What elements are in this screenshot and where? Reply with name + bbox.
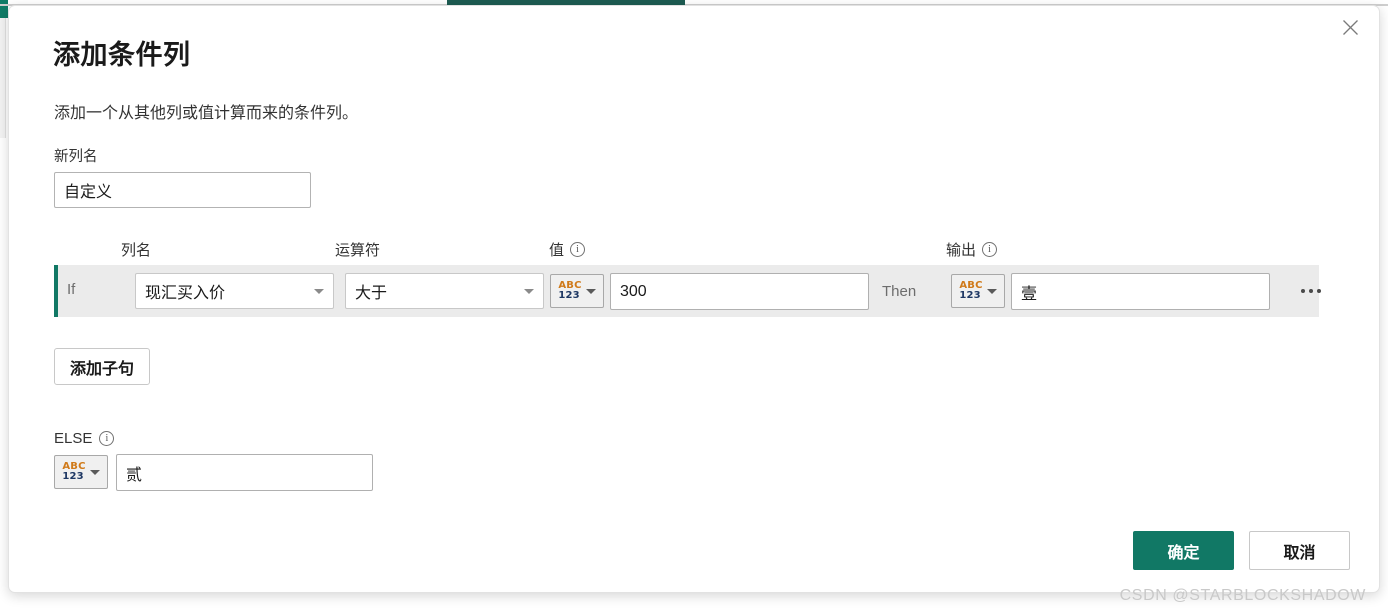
dialog-description: 添加一个从其他列或值计算而来的条件列。 — [54, 105, 359, 122]
header-value: 值 i — [549, 239, 586, 260]
add-conditional-column-dialog: 添加条件列 添加一个从其他列或值计算而来的条件列。 新列名 列名 运算符 值 i… — [8, 5, 1380, 593]
header-operator: 运算符 — [335, 239, 380, 260]
chevron-down-icon — [524, 288, 534, 294]
chevron-down-icon — [986, 288, 997, 294]
ellipsis-dot — [1317, 289, 1321, 293]
condition-row: If 现汇买入价 大于 ABC 123 Then ABC 123 — [54, 265, 1321, 317]
ellipsis-dot — [1309, 289, 1313, 293]
else-type-selector[interactable]: ABC 123 — [54, 455, 108, 489]
column-name-dropdown[interactable]: 现汇买入价 — [135, 273, 334, 309]
else-value-input[interactable] — [116, 454, 373, 491]
header-column-name-label: 列名 — [121, 242, 152, 259]
close-icon[interactable] — [1329, 10, 1371, 44]
chevron-down-icon — [585, 288, 596, 294]
output-input[interactable] — [1011, 273, 1270, 310]
abc123-icon: ABC 123 — [558, 280, 582, 301]
chevron-down-icon — [89, 469, 100, 475]
abc123-icon: ABC 123 — [959, 280, 983, 301]
ok-button[interactable]: 确定 — [1133, 531, 1234, 570]
ellipsis-dot — [1301, 289, 1305, 293]
operator-dropdown-value: 大于 — [355, 285, 388, 302]
abc123-icon: ABC 123 — [62, 461, 86, 482]
more-options-icon[interactable] — [1292, 279, 1330, 303]
header-value-label: 值 — [549, 242, 565, 259]
value-input[interactable] — [610, 273, 869, 310]
new-column-name-input[interactable] — [54, 172, 311, 208]
operator-dropdown[interactable]: 大于 — [345, 273, 544, 309]
then-label: Then — [882, 283, 917, 300]
value-type-selector[interactable]: ABC 123 — [550, 274, 604, 308]
info-icon[interactable]: i — [99, 431, 115, 446]
info-icon[interactable]: i — [570, 242, 586, 257]
watermark: CSDN @STARBLOCKSHADOW — [1119, 587, 1366, 604]
column-name-dropdown-value: 现汇买入价 — [145, 285, 226, 302]
add-clause-button[interactable]: 添加子句 — [54, 348, 151, 385]
new-column-name-label: 新列名 — [54, 149, 98, 165]
cancel-button[interactable]: 取消 — [1249, 531, 1350, 570]
header-output-label: 输出 — [946, 242, 977, 259]
header-output: 输出 i — [946, 239, 998, 260]
backdrop-left-accent — [0, 0, 8, 18]
page-title: 添加条件列 — [53, 40, 191, 70]
if-label: If — [67, 281, 76, 298]
output-type-selector[interactable]: ABC 123 — [951, 274, 1005, 308]
info-icon[interactable]: i — [982, 242, 998, 257]
header-column-name: 列名 — [121, 239, 151, 260]
header-operator-label: 运算符 — [335, 242, 381, 259]
condition-row-accent-bar — [54, 265, 58, 317]
chevron-down-icon — [314, 288, 324, 294]
else-label: ELSE i — [54, 430, 115, 447]
else-label-text: ELSE — [54, 430, 93, 447]
backdrop-left-panel — [0, 18, 6, 138]
